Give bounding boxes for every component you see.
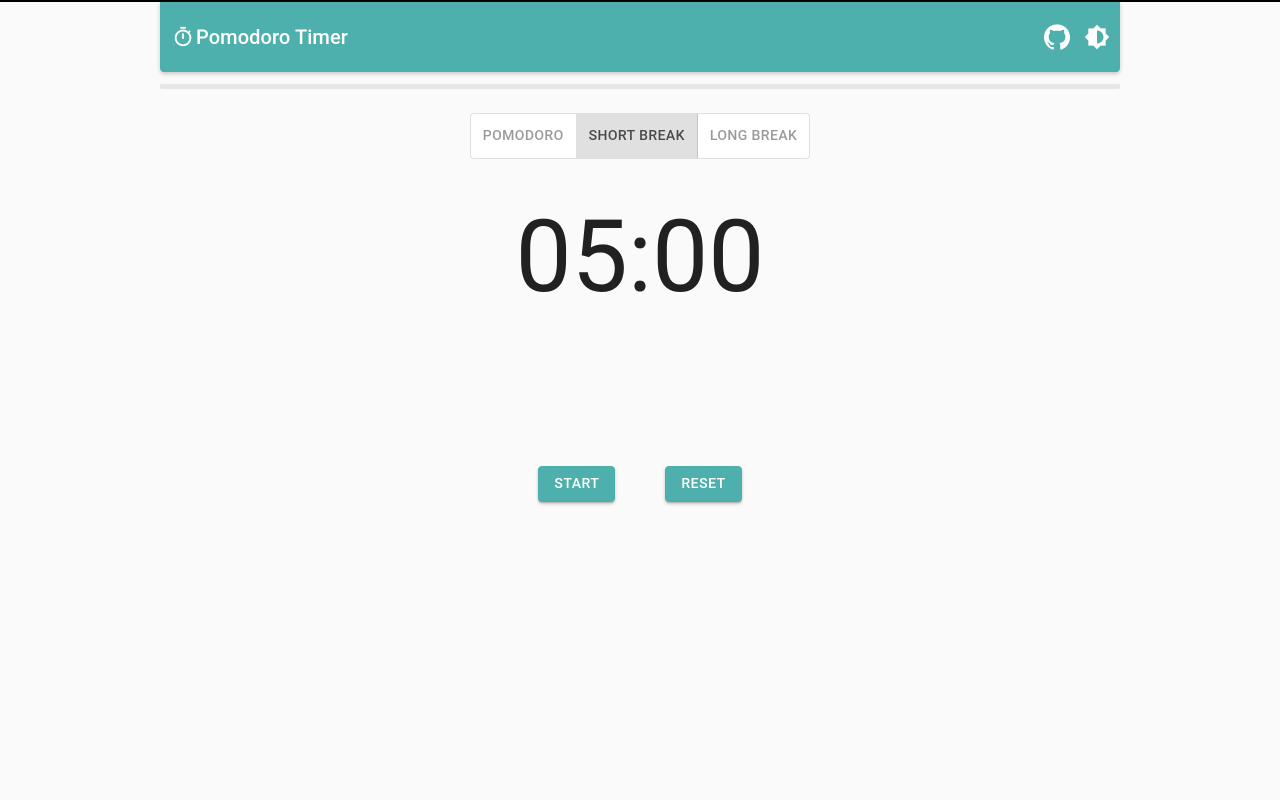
tab-short-break[interactable]: SHORT BREAK: [577, 114, 698, 158]
start-button[interactable]: START: [538, 466, 615, 502]
mode-tabs: POMODORO SHORT BREAK LONG BREAK: [470, 113, 811, 159]
controls: START RESET: [0, 466, 1280, 502]
tabs-container: POMODORO SHORT BREAK LONG BREAK: [0, 113, 1280, 159]
tab-long-break[interactable]: LONG BREAK: [698, 114, 809, 158]
tab-label: SHORT BREAK: [589, 128, 685, 144]
timer-display: 05:00: [0, 199, 1280, 316]
tab-label: POMODORO: [483, 128, 564, 144]
app-title: Pomodoro Timer: [196, 25, 348, 49]
theme-toggle-icon[interactable]: [1084, 24, 1110, 50]
app-bar: Pomodoro Timer: [160, 2, 1120, 72]
progress-bar: [160, 84, 1120, 89]
timer-icon: [172, 26, 194, 48]
github-icon[interactable]: [1044, 24, 1070, 50]
tab-pomodoro[interactable]: POMODORO: [471, 114, 577, 158]
app-bar-left: Pomodoro Timer: [172, 25, 348, 49]
tab-label: LONG BREAK: [710, 128, 797, 144]
app-bar-right: [1044, 24, 1110, 50]
reset-button[interactable]: RESET: [665, 466, 741, 502]
